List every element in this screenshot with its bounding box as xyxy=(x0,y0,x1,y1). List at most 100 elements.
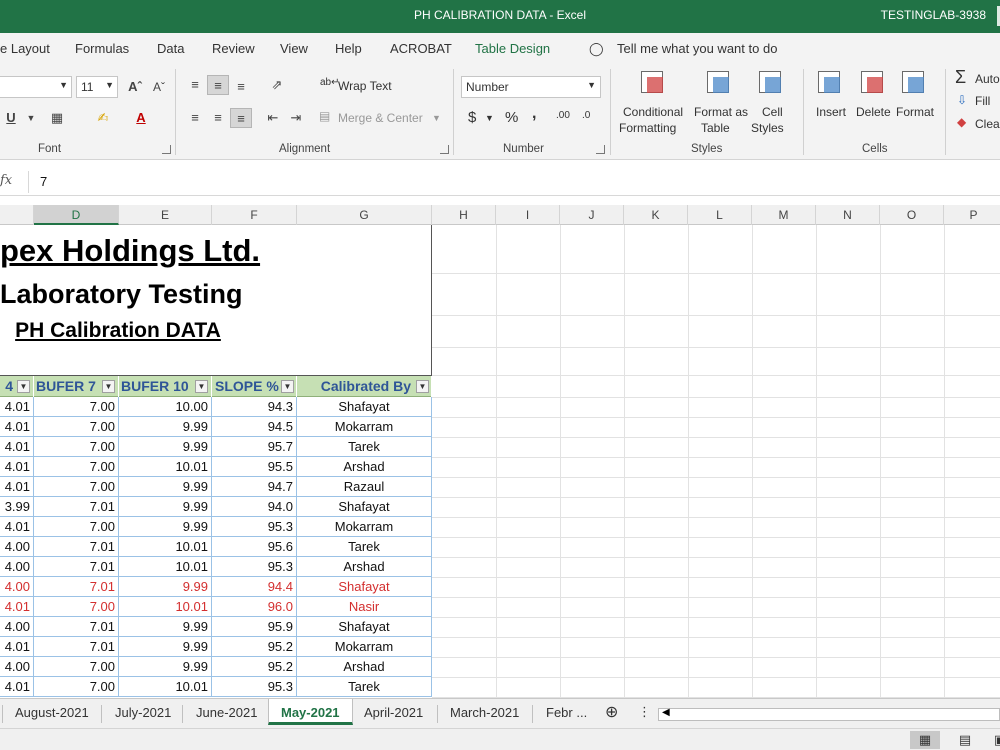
cell-slope[interactable]: 94.0 xyxy=(212,497,297,516)
column-header-o[interactable]: O xyxy=(880,205,944,225)
sheet-tab-march-2021[interactable]: March-2021 xyxy=(450,705,519,720)
cell-slope[interactable]: 94.7 xyxy=(212,477,297,496)
header-calibrated-by[interactable]: Calibrated By xyxy=(297,376,432,397)
sheet-tab-july-2021[interactable]: July-2021 xyxy=(115,705,171,720)
alignment-dialog-launcher-icon[interactable] xyxy=(440,145,449,154)
filter-dropdown-icon[interactable]: ▼ xyxy=(17,380,30,393)
cell-calibrated-by[interactable]: Arshad xyxy=(297,457,432,476)
cell-calibrated-by[interactable]: Tarek xyxy=(297,677,432,696)
cell-buffer-7[interactable]: 7.01 xyxy=(34,637,119,656)
cell-slope[interactable]: 96.0 xyxy=(212,597,297,616)
wrap-text-button[interactable]: Wrap Text xyxy=(338,79,392,93)
cell-buffer-4[interactable]: 3.99 xyxy=(0,497,34,516)
column-header-g[interactable]: G xyxy=(297,205,432,225)
sheet-tab-april-2021[interactable]: April-2021 xyxy=(364,705,423,720)
cell-buffer-10[interactable]: 9.99 xyxy=(119,417,212,436)
add-sheet-icon[interactable]: ⊕ xyxy=(605,702,618,722)
currency-button[interactable]: $ xyxy=(468,109,476,126)
cell-buffer-10[interactable]: 10.01 xyxy=(119,677,212,696)
increase-indent-icon[interactable]: ⇥ xyxy=(285,108,307,128)
tab-table-design[interactable]: Table Design xyxy=(475,41,550,56)
cell-slope[interactable]: 95.5 xyxy=(212,457,297,476)
cell-calibrated-by[interactable]: Arshad xyxy=(297,657,432,676)
column-header-d[interactable]: D xyxy=(34,205,119,225)
cell-calibrated-by[interactable]: Shafayat xyxy=(297,497,432,516)
align-center-icon[interactable]: ≡ xyxy=(207,108,229,128)
decrease-decimal-button[interactable]: .0 xyxy=(582,110,590,121)
number-dialog-launcher-icon[interactable] xyxy=(596,145,605,154)
sheet-tab-june-2021[interactable]: June-2021 xyxy=(196,705,257,720)
cell-buffer-4[interactable]: 4.01 xyxy=(0,437,34,456)
cell-slope[interactable]: 95.3 xyxy=(212,517,297,536)
cell-buffer-7[interactable]: 7.00 xyxy=(34,657,119,676)
cell-buffer-7[interactable]: 7.00 xyxy=(34,437,119,456)
tab-acrobat[interactable]: ACROBAT xyxy=(390,41,452,56)
page-break-view-icon[interactable]: ▣ xyxy=(985,731,1000,749)
align-right-icon[interactable]: ≡ xyxy=(230,108,252,128)
comma-button[interactable]: , xyxy=(532,105,536,123)
tab-view[interactable]: View xyxy=(280,41,308,56)
cell-calibrated-by[interactable]: Mokarram xyxy=(297,637,432,656)
cell-buffer-10[interactable]: 10.01 xyxy=(119,537,212,556)
format-button[interactable]: Format xyxy=(896,105,934,119)
filter-dropdown-icon[interactable]: ▼ xyxy=(281,380,294,393)
scroll-left-icon[interactable]: ◀ xyxy=(662,707,670,718)
grow-font-icon[interactable]: Aˆ xyxy=(124,77,146,97)
cell-buffer-10[interactable]: 9.99 xyxy=(119,637,212,656)
cell-calibrated-by[interactable]: Arshad xyxy=(297,557,432,576)
cell-slope[interactable]: 95.3 xyxy=(212,677,297,696)
percent-button[interactable]: % xyxy=(505,109,518,126)
cell-buffer-4[interactable]: 4.01 xyxy=(0,457,34,476)
cell-buffer-10[interactable]: 9.99 xyxy=(119,577,212,596)
cell-slope[interactable]: 95.2 xyxy=(212,657,297,676)
cell-buffer-10[interactable]: 10.01 xyxy=(119,457,212,476)
cell-buffer-4[interactable]: 4.01 xyxy=(0,637,34,656)
column-header-h[interactable]: H xyxy=(432,205,496,225)
cell-buffer-4[interactable]: 4.01 xyxy=(0,517,34,536)
cell-buffer-4[interactable]: 4.00 xyxy=(0,557,34,576)
cell-buffer-10[interactable]: 9.99 xyxy=(119,497,212,516)
delete-button[interactable]: Delete xyxy=(856,105,891,119)
formula-input[interactable]: 7 xyxy=(40,174,47,189)
filter-dropdown-icon[interactable]: ▼ xyxy=(416,380,429,393)
column-header-n[interactable]: N xyxy=(816,205,880,225)
cell-calibrated-by[interactable]: Mokarram xyxy=(297,417,432,436)
cell-calibrated-by[interactable]: Shafayat xyxy=(297,397,432,416)
user-name[interactable]: TESTINGLAB-3938 xyxy=(881,8,986,22)
conditional-formatting-label-2[interactable]: Formatting xyxy=(619,121,676,135)
cell-calibrated-by[interactable]: Tarek xyxy=(297,537,432,556)
shrink-font-icon[interactable]: Aˇ xyxy=(148,77,170,97)
more-tabs-icon[interactable]: ⋮ xyxy=(638,704,651,720)
cell-buffer-7[interactable]: 7.00 xyxy=(34,677,119,696)
cell-calibrated-by[interactable]: Tarek xyxy=(297,437,432,456)
cell-buffer-10[interactable]: 10.01 xyxy=(119,597,212,616)
cell-buffer-7[interactable]: 7.00 xyxy=(34,397,119,416)
cell-buffer-10[interactable]: 9.99 xyxy=(119,657,212,676)
tab-formulas[interactable]: Formulas xyxy=(75,41,129,56)
cell-slope[interactable]: 95.2 xyxy=(212,637,297,656)
cell-buffer-7[interactable]: 7.00 xyxy=(34,417,119,436)
cell-buffer-4[interactable]: 4.00 xyxy=(0,657,34,676)
cell-buffer-4[interactable]: 4.01 xyxy=(0,597,34,616)
sheet-tab-february[interactable]: Febr ... xyxy=(546,705,587,720)
fill-button[interactable]: Fill xyxy=(975,94,990,108)
tab-help[interactable]: Help xyxy=(335,41,362,56)
cell-buffer-7[interactable]: 7.00 xyxy=(34,457,119,476)
tab-data[interactable]: Data xyxy=(157,41,184,56)
font-name-box[interactable]: ▼ xyxy=(0,76,72,98)
column-header-f[interactable]: F xyxy=(212,205,297,225)
cell-buffer-7[interactable]: 7.01 xyxy=(34,497,119,516)
cell-buffer-4[interactable]: 4.01 xyxy=(0,677,34,696)
align-left-icon[interactable]: ≡ xyxy=(184,108,206,128)
clear-button[interactable]: Clear xyxy=(975,117,1000,131)
cell-calibrated-by[interactable]: Shafayat xyxy=(297,617,432,636)
cell-slope[interactable]: 95.6 xyxy=(212,537,297,556)
cell-calibrated-by[interactable]: Shafayat xyxy=(297,577,432,596)
cell-slope[interactable]: 95.7 xyxy=(212,437,297,456)
cell-buffer-4[interactable]: 4.01 xyxy=(0,477,34,496)
normal-view-icon[interactable]: ▦ xyxy=(910,731,940,749)
format-as-table-label-1[interactable]: Format as xyxy=(694,105,748,119)
cell-buffer-7[interactable]: 7.01 xyxy=(34,537,119,556)
cell-buffer-7[interactable]: 7.00 xyxy=(34,597,119,616)
conditional-formatting-label-1[interactable]: Conditional xyxy=(623,105,683,119)
